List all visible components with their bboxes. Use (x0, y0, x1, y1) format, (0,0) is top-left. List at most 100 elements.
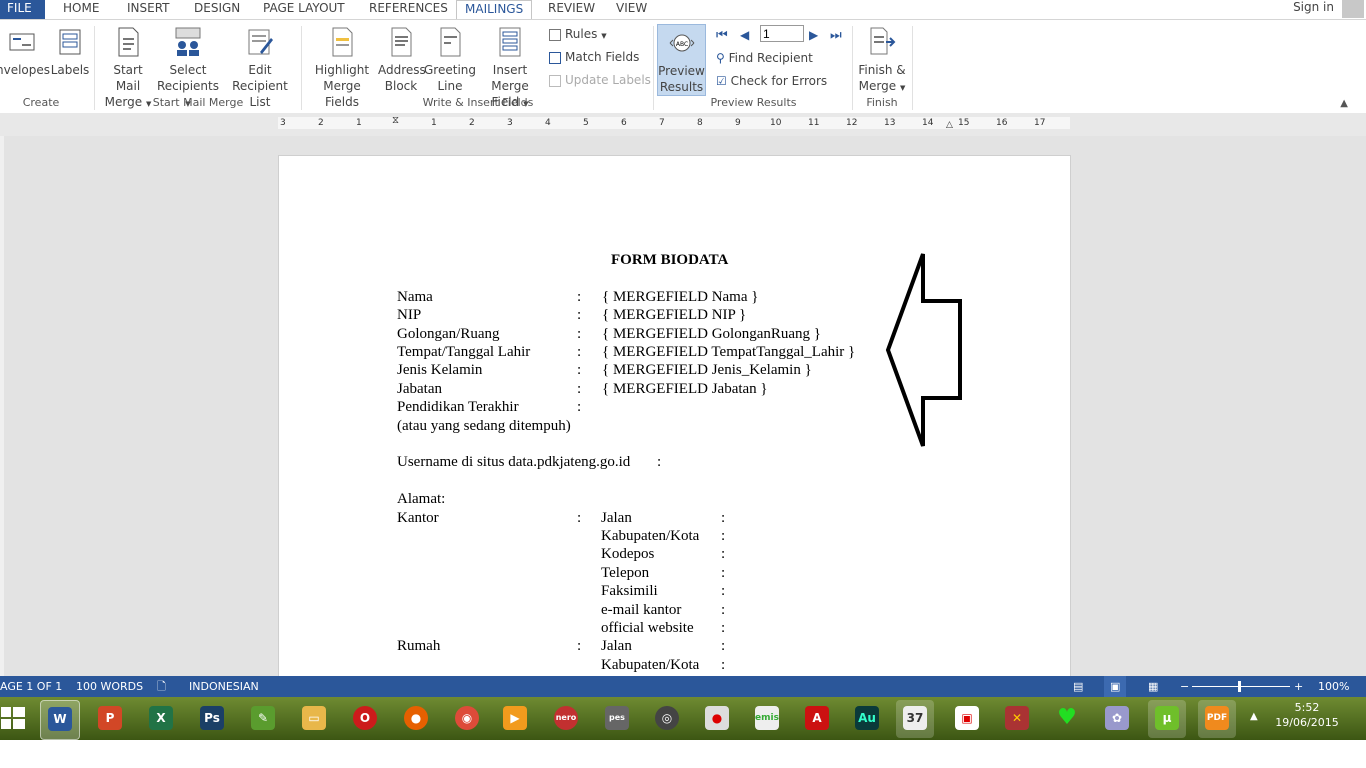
check-errors-icon: ☑ (716, 74, 727, 88)
indent-marker-icon[interactable]: ⧖ (392, 115, 399, 126)
preview-results-button[interactable]: ABC Preview Results (657, 24, 706, 96)
tab-file[interactable]: FILE (0, 0, 45, 19)
utorrent-icon[interactable]: µ (1148, 700, 1186, 738)
rules-button[interactable]: Rules ▼ (549, 25, 607, 45)
kantor-field: Kodepos (601, 546, 655, 562)
update-labels-button[interactable]: Update Labels (549, 71, 651, 89)
greeting-line-button[interactable]: Greeting Line (424, 24, 476, 94)
kantor-field: official website (601, 620, 694, 636)
corel-icon[interactable]: ✎ (244, 700, 282, 738)
tab-insert[interactable]: INSERT (127, 0, 170, 19)
record-number-input[interactable] (760, 25, 804, 42)
tab-mailings[interactable]: MAILINGS (456, 0, 533, 21)
finish-merge-button[interactable]: Finish & Merge ▼ (856, 24, 908, 96)
emis-icon[interactable]: emis (748, 700, 786, 738)
first-record-icon: ⏮ (716, 28, 728, 43)
file-explorer-icon[interactable]: ▭ (295, 700, 333, 738)
ruler-tick: 13 (884, 118, 896, 128)
check-for-errors-button[interactable]: ☑ Check for Errors (716, 72, 827, 90)
opera-icon[interactable]: O (346, 700, 384, 738)
address-block-line1: Address (378, 63, 426, 77)
merge-field[interactable]: { MERGEFIELD Jabatan } (602, 380, 768, 398)
firefox-icon[interactable]: ● (397, 700, 435, 738)
nero-icon[interactable]: nero (547, 700, 585, 738)
previous-record-button[interactable]: ◀ (740, 26, 749, 44)
tab-home[interactable]: HOME (63, 0, 99, 19)
word-count[interactable]: 100 WORDS (76, 676, 143, 697)
merge-field[interactable]: { MERGEFIELD Nama } (602, 288, 758, 306)
recorder-icon[interactable]: ● (698, 700, 736, 738)
read-mode-icon[interactable]: ▤ (1073, 676, 1083, 697)
tab-design[interactable]: DESIGN (194, 0, 240, 19)
zoom-slider-track[interactable] (1192, 686, 1290, 687)
ruler-tick: 2 (318, 118, 324, 128)
zoom-slider-thumb[interactable] (1238, 681, 1241, 692)
merge-field[interactable]: { MERGEFIELD TempatTanggal_Lahir } (602, 343, 855, 361)
group-separator (852, 26, 853, 110)
ruler-tick: 3 (507, 118, 513, 128)
labels-button[interactable]: Labels (50, 24, 90, 78)
field-colon: : (577, 344, 582, 360)
pendidikan-note: (atau yang sedang ditempuh) (397, 418, 571, 434)
tab-review[interactable]: REVIEW (548, 0, 595, 19)
powerpoint-icon[interactable]: P (91, 700, 129, 738)
tab-page-layout[interactable]: PAGE LAYOUT (263, 0, 345, 19)
horizontal-ruler[interactable]: 3 2 1 1 2 3 4 5 6 7 8 9 10 11 12 13 14 1… (278, 115, 1070, 130)
system-clock[interactable]: 5:52 19/06/2015 (1262, 700, 1352, 730)
chrome-icon[interactable]: ◉ (448, 700, 486, 738)
rules-label: Rules (565, 27, 598, 41)
address-block-button[interactable]: Address Block (378, 24, 426, 94)
first-record-button[interactable]: ⏮ (716, 26, 728, 45)
envelopes-button[interactable]: nvelopes (0, 24, 50, 78)
page-count[interactable]: AGE 1 OF 1 (0, 676, 62, 697)
photoshop-icon[interactable]: Ps (193, 700, 231, 738)
pdf-icon[interactable]: PDF (1198, 700, 1236, 738)
tools-icon[interactable]: ✕ (998, 700, 1036, 738)
excel-icon[interactable]: X (142, 700, 180, 738)
next-record-button[interactable]: ▶ (809, 26, 818, 44)
heart-icon[interactable]: ♥ (1048, 700, 1086, 738)
select-recipients-line1: Select (169, 63, 207, 77)
collapse-ribbon-icon[interactable]: ▲ (1340, 98, 1348, 109)
group-create-label: Create (22, 96, 60, 109)
merge-field[interactable]: { MERGEFIELD GolonganRuang } (602, 325, 821, 343)
sub-colon: : (721, 657, 726, 673)
ribbon-tab-bar: FILE HOME INSERT DESIGN PAGE LAYOUT REFE… (0, 0, 1366, 21)
camera-icon[interactable]: ◎ (648, 700, 686, 738)
web-layout-icon[interactable]: ▦ (1148, 676, 1158, 697)
finish-merge-icon (868, 26, 896, 58)
paint-icon[interactable]: ✿ (1098, 700, 1136, 738)
zoom-in-icon[interactable]: + (1294, 676, 1303, 697)
match-fields-button[interactable]: Match Fields (549, 48, 639, 66)
presentation-icon[interactable]: ▣ (948, 700, 986, 738)
calendar-icon[interactable]: 37 (896, 700, 934, 738)
last-record-button[interactable]: ⏭ (830, 26, 842, 45)
pes-icon[interactable]: pes (598, 700, 636, 738)
ruler-tick: 7 (659, 118, 665, 128)
document-merge-icon (114, 26, 142, 58)
find-recipient-button[interactable]: ⚲ Find Recipient (716, 49, 813, 67)
ruler-tick: 9 (735, 118, 741, 128)
kantor-field: Faksimili (601, 583, 658, 599)
windows-start-icon[interactable] (0, 705, 26, 731)
merge-field[interactable]: { MERGEFIELD NIP } (602, 306, 746, 324)
zoom-out-icon[interactable]: − (1180, 676, 1189, 697)
proofing-icon[interactable]: 🗋 (157, 676, 166, 697)
word-icon[interactable]: W (40, 700, 80, 740)
tab-references[interactable]: REFERENCES (369, 0, 448, 19)
zoom-level[interactable]: 100% (1318, 676, 1349, 697)
merge-field[interactable]: { MERGEFIELD Jenis_Kelamin } (602, 361, 812, 379)
acrobat-icon[interactable]: A (798, 700, 836, 738)
tab-view[interactable]: VIEW (616, 0, 647, 19)
right-indent-marker-icon[interactable]: △ (946, 120, 953, 130)
media-player-icon[interactable]: ▶ (496, 700, 534, 738)
user-avatar-icon[interactable] (1342, 0, 1364, 18)
ruler-tick: 1 (356, 118, 362, 128)
audition-icon[interactable]: Au (848, 700, 886, 738)
sign-in-link[interactable]: Sign in (1293, 0, 1334, 15)
group-preview-results-label: Preview Results (710, 96, 797, 109)
field-label: Tempat/Tanggal Lahir (397, 344, 531, 360)
language-indicator[interactable]: INDONESIAN (189, 676, 259, 697)
tray-expand-icon[interactable]: ▲ (1250, 711, 1258, 722)
print-layout-icon[interactable]: ▣ (1104, 676, 1127, 697)
